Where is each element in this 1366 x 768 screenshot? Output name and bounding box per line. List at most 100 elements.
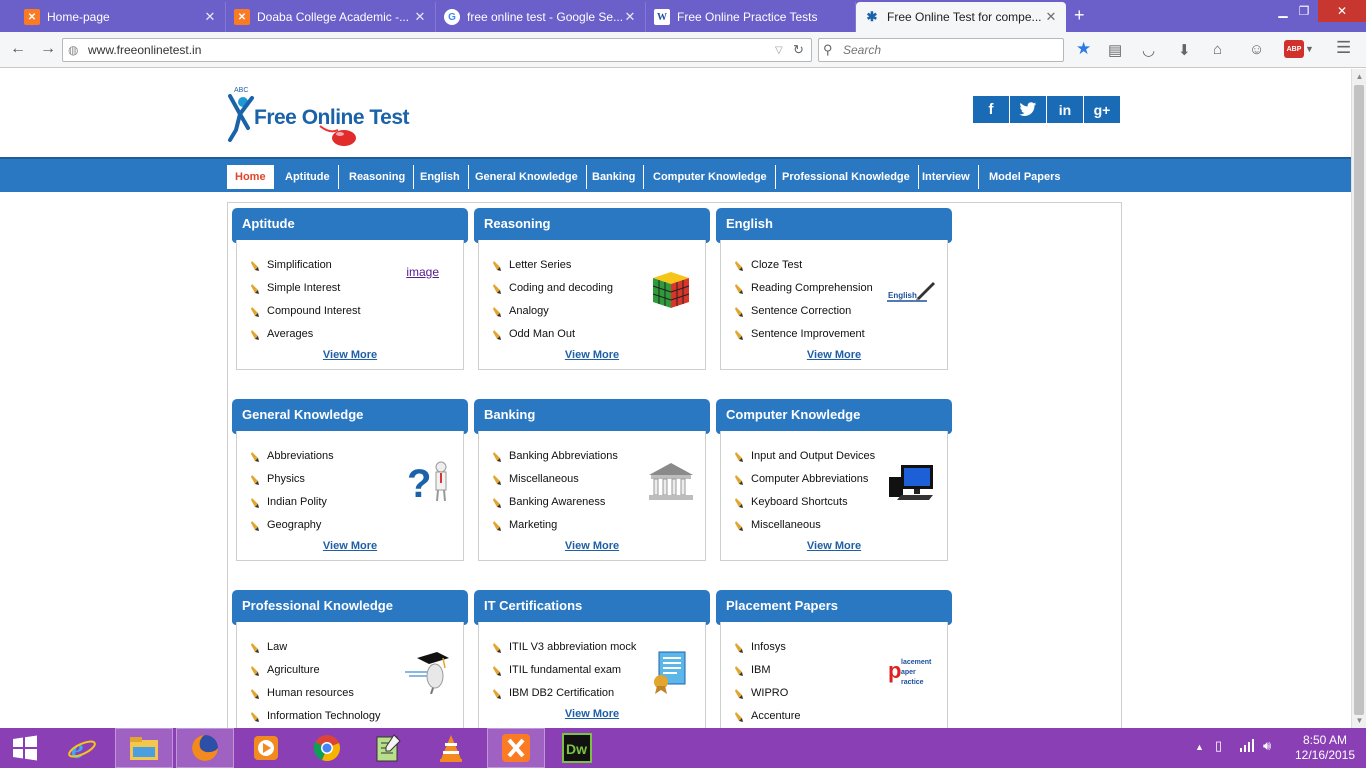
view-more-link[interactable]: View More	[479, 708, 705, 720]
view-more-link[interactable]: View More	[479, 540, 705, 552]
topic-link[interactable]: IBM	[751, 664, 771, 676]
list-item[interactable]: ITIL V3 abbreviation mock	[492, 641, 636, 664]
list-item[interactable]: Agriculture	[250, 664, 381, 687]
list-item[interactable]: Miscellaneous	[734, 519, 875, 542]
restore-icon[interactable]: ❐	[1290, 0, 1318, 22]
topic-link[interactable]: Agriculture	[267, 664, 320, 676]
menu-professional-knowledge[interactable]: Professional Knowledge	[774, 165, 919, 189]
list-item[interactable]: Human resources	[250, 687, 381, 710]
close-tab-icon[interactable]: ✕	[413, 9, 427, 25]
menu-general-knowledge[interactable]: General Knowledge	[467, 165, 587, 189]
pocket-icon[interactable]: ◡	[1142, 41, 1155, 59]
topic-link[interactable]: Information Technology	[267, 710, 381, 722]
list-item[interactable]: Coding and decoding	[492, 282, 613, 305]
topic-link[interactable]: Geography	[267, 519, 321, 531]
dreamweaver-icon[interactable]: Dw	[548, 728, 606, 768]
home-icon[interactable]: ⌂	[1213, 41, 1222, 58]
list-item[interactable]: Analogy	[492, 305, 613, 328]
facebook-icon[interactable]: f	[973, 96, 1009, 123]
menu-computer-knowledge[interactable]: Computer Knowledge	[645, 165, 776, 189]
download-icon[interactable]: ⬇	[1178, 41, 1191, 59]
browser-tab[interactable]: G free online test - Google Se... ✕	[436, 2, 646, 32]
xampp-taskbar-icon[interactable]	[487, 728, 545, 768]
windows-start-icon[interactable]	[0, 728, 50, 768]
view-more-link[interactable]: View More	[721, 349, 947, 361]
show-hidden-icons-icon[interactable]: ▲	[1195, 742, 1204, 752]
forward-icon[interactable]: →	[40, 40, 56, 58]
menu-reasoning[interactable]: Reasoning	[341, 165, 415, 189]
history-dropdown-icon[interactable]: ▽	[775, 45, 793, 56]
site-logo[interactable]: ABC Free Online Test	[226, 84, 411, 154]
list-item[interactable]: Geography	[250, 519, 334, 542]
network-signal-icon[interactable]	[1240, 738, 1256, 755]
view-more-link[interactable]: View More	[721, 540, 947, 552]
list-item[interactable]: Keyboard Shortcuts	[734, 496, 875, 519]
topic-link[interactable]: Analogy	[509, 305, 549, 317]
linkedin-icon[interactable]: in	[1047, 96, 1083, 123]
system-clock[interactable]: 8:50 AM 12/16/2015	[1290, 733, 1360, 763]
list-item[interactable]: Indian Polity	[250, 496, 334, 519]
topic-link[interactable]: Cloze Test	[751, 259, 802, 271]
topic-link[interactable]: Miscellaneous	[751, 519, 821, 531]
reload-icon[interactable]: ↻	[793, 42, 811, 58]
list-item[interactable]: Input and Output Devices	[734, 450, 875, 473]
bookmark-star-icon[interactable]: ★	[1076, 39, 1091, 59]
topic-link[interactable]: IBM DB2 Certification	[509, 687, 614, 699]
list-item[interactable]: Sentence Correction	[734, 305, 873, 328]
list-item[interactable]: Odd Man Out	[492, 328, 613, 351]
topic-link[interactable]: Infosys	[751, 641, 786, 653]
vlc-icon[interactable]	[422, 728, 480, 768]
list-item[interactable]: Cloze Test	[734, 259, 873, 282]
topic-link[interactable]: Reading Comprehension	[751, 282, 873, 294]
topic-link[interactable]: Accenture	[751, 710, 801, 722]
topic-link[interactable]: WIPRO	[751, 687, 788, 699]
search-box[interactable]: ⚲	[818, 38, 1064, 62]
broken-image-link[interactable]: image	[406, 265, 439, 279]
adblock-icon[interactable]: ABP	[1284, 40, 1304, 58]
list-item[interactable]: Computer Abbreviations	[734, 473, 875, 496]
chrome-icon[interactable]	[298, 728, 356, 768]
list-item[interactable]: Reading Comprehension	[734, 282, 873, 305]
list-item[interactable]: Marketing	[492, 519, 618, 542]
notepad-plus-icon[interactable]	[359, 728, 417, 768]
topic-link[interactable]: Simplification	[267, 259, 332, 271]
topic-link[interactable]: Banking Abbreviations	[509, 450, 618, 462]
scrollbar-thumb[interactable]	[1354, 85, 1364, 715]
list-item[interactable]: Infosys	[734, 641, 801, 664]
search-input[interactable]	[843, 43, 1053, 57]
topic-link[interactable]: Input and Output Devices	[751, 450, 875, 462]
topic-link[interactable]: Keyboard Shortcuts	[751, 496, 848, 508]
list-item[interactable]: Abbreviations	[250, 450, 334, 473]
list-item[interactable]: IBM	[734, 664, 801, 687]
menu-icon[interactable]: ☰	[1336, 38, 1351, 58]
browser-tab-active[interactable]: ✱ Free Online Test for compe... ✕	[856, 2, 1066, 32]
back-icon[interactable]: ←	[10, 40, 26, 58]
topic-link[interactable]: Odd Man Out	[509, 328, 575, 340]
list-item[interactable]: Law	[250, 641, 381, 664]
view-more-link[interactable]: View More	[237, 540, 463, 552]
topic-link[interactable]: Computer Abbreviations	[751, 473, 868, 485]
topic-link[interactable]: ITIL fundamental exam	[509, 664, 621, 676]
topic-link[interactable]: Miscellaneous	[509, 473, 579, 485]
topic-link[interactable]: Law	[267, 641, 287, 653]
close-tab-icon[interactable]: ✕	[203, 9, 217, 25]
firefox-icon[interactable]	[176, 728, 234, 768]
new-tab-icon[interactable]: +	[1074, 5, 1085, 26]
list-item[interactable]: Banking Awareness	[492, 496, 618, 519]
list-item[interactable]: Simple Interest	[250, 282, 361, 305]
media-player-icon[interactable]	[237, 728, 295, 768]
bookmarks-list-icon[interactable]: ▤	[1108, 41, 1122, 59]
topic-link[interactable]: Physics	[267, 473, 305, 485]
topic-link[interactable]: Compound Interest	[267, 305, 361, 317]
volume-icon[interactable]: 🔊︎	[1263, 738, 1271, 754]
device-icon[interactable]: ▯	[1215, 738, 1222, 754]
list-item[interactable]: Averages	[250, 328, 361, 351]
address-bar[interactable]: ◍ www.freeonlinetest.in ▽ ↻	[62, 38, 812, 62]
list-item[interactable]: Sentence Improvement	[734, 328, 873, 351]
list-item[interactable]: WIPRO	[734, 687, 801, 710]
google-plus-icon[interactable]: g+	[1084, 96, 1120, 123]
view-more-link[interactable]: View More	[237, 349, 463, 361]
list-item[interactable]: Simplification	[250, 259, 361, 282]
topic-link[interactable]: Banking Awareness	[509, 496, 605, 508]
close-tab-icon[interactable]: ✕	[1044, 9, 1058, 25]
